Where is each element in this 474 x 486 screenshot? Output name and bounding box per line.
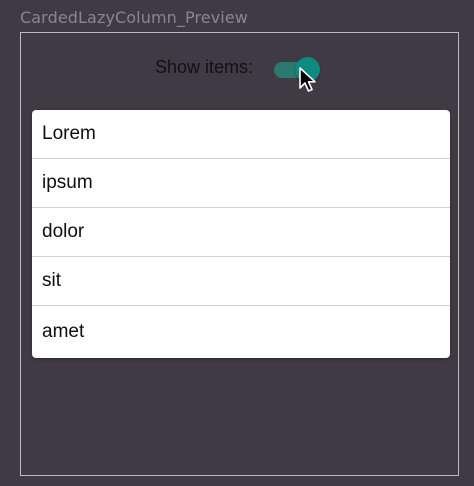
list-item[interactable]: Lorem: [32, 110, 450, 159]
mouse-pointer-icon: [299, 67, 316, 92]
list-item[interactable]: sit: [32, 257, 450, 306]
show-items-label: Show items:: [155, 57, 254, 77]
preview-title: CardedLazyColumn_Preview: [20, 8, 248, 27]
list-item[interactable]: ipsum: [32, 159, 450, 208]
items-card: Lorem ipsum dolor sit amet: [32, 110, 450, 358]
list-item[interactable]: amet: [32, 306, 450, 358]
preview-frame: Show items: Lorem ipsum dolor sit amet: [20, 32, 459, 476]
toggle-row: Show items:: [21, 53, 458, 83]
list-item[interactable]: dolor: [32, 208, 450, 257]
